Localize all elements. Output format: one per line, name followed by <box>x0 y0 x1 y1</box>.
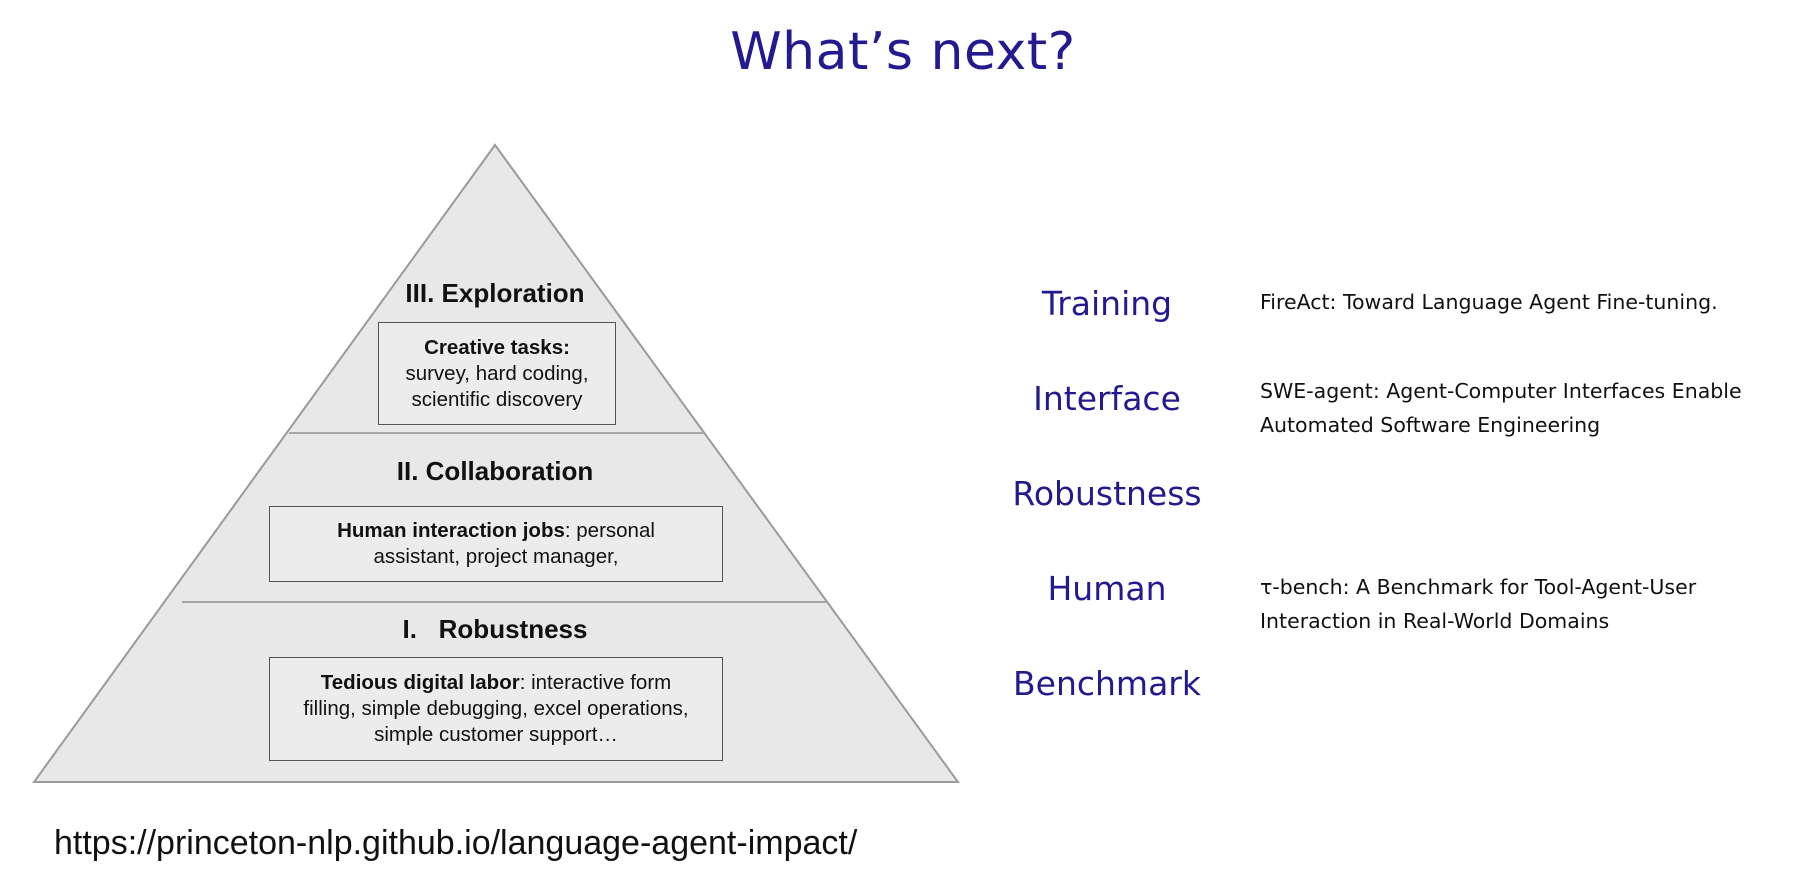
paper-line: SWE-agent: Agent-Computer Interfaces Ena… <box>1260 379 1742 403</box>
tier-collaboration-title: II. Collaboration <box>396 456 594 486</box>
paper-line: Interaction in Real-World Domains <box>1260 609 1610 633</box>
tier-collaboration-box-bold: Human interaction jobs <box>337 519 565 542</box>
paper-line: FireAct: Toward Language Agent Fine-tuni… <box>1260 290 1718 314</box>
tier-robustness-box-line: filling, simple debugging, excel operati… <box>303 697 689 720</box>
tier-collaboration-box-rest: : personal <box>564 519 655 542</box>
topic-training: Training <box>1041 284 1173 323</box>
paper-fireact: FireAct: Toward Language Agent Fine-tuni… <box>1260 285 1800 319</box>
tier-collaboration-box: Human interaction jobs: personal assista… <box>269 506 723 582</box>
tier-robustness-box-rest: : interactive form <box>519 671 672 694</box>
tier-exploration-box-line: scientific discovery <box>411 387 583 411</box>
tier-robustness-box-line: simple customer support… <box>374 723 618 746</box>
tier-exploration-title: III. Exploration <box>405 278 585 308</box>
tier-exploration-box: Creative tasks: survey, hard coding, sci… <box>378 322 616 425</box>
topic-robustness: Robustness <box>1012 474 1202 513</box>
paper-swe-agent: SWE-agent: Agent-Computer Interfaces Ena… <box>1260 374 1800 442</box>
tier-exploration-box-bold: Creative tasks: <box>424 335 570 359</box>
tier-robustness-title: I. Robustness <box>402 614 588 644</box>
paper-tau-bench: τ-bench: A Benchmark for Tool-Agent-User… <box>1260 570 1800 638</box>
topic-benchmark: Benchmark <box>1013 664 1201 703</box>
tier-robustness-box: Tedious digital labor: interactive form … <box>269 657 723 761</box>
paper-line: Automated Software Engineering <box>1260 413 1601 437</box>
reference-url: https://princeton-nlp.github.io/language… <box>54 824 858 862</box>
tier-exploration-box-line: survey, hard coding, <box>405 361 589 385</box>
paper-line: τ-bench: A Benchmark for Tool-Agent-User <box>1260 575 1697 599</box>
topic-human: Human <box>1047 569 1167 608</box>
tier-robustness-box-bold: Tedious digital labor <box>320 671 520 694</box>
topic-interface: Interface <box>1033 379 1181 418</box>
tier-collaboration-box-line: assistant, project manager, <box>373 545 619 568</box>
